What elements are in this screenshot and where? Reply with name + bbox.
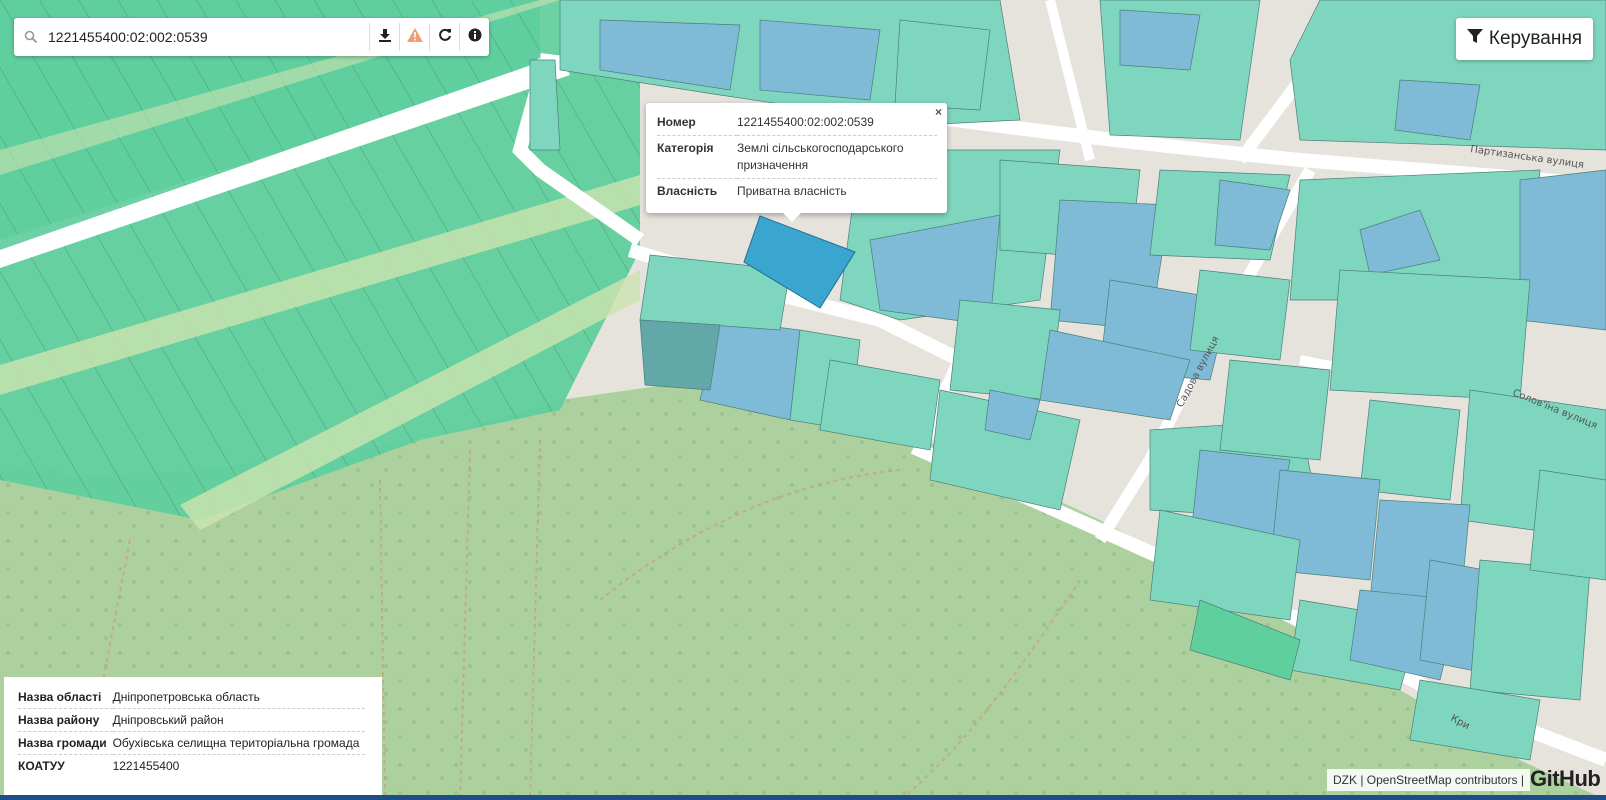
info-value: Дніпровський район <box>112 708 366 732</box>
control-label: Керування <box>1488 28 1583 49</box>
info-value: Обухівська селищна територіальна громада <box>112 731 366 755</box>
popup-value: Приватна власність <box>737 178 937 204</box>
control-button[interactable]: Керування <box>1456 18 1593 60</box>
popup-tip <box>783 213 801 222</box>
info-value: 1221455400 <box>112 754 366 777</box>
info-icon <box>468 28 482 47</box>
bottom-bar <box>0 795 1606 800</box>
download-icon <box>378 28 392 47</box>
popup-key: Категорія <box>657 135 737 179</box>
warning-icon <box>406 27 423 47</box>
info-key: КОАТУУ <box>18 754 113 777</box>
popup-row: Власність Приватна власність <box>657 178 937 204</box>
popup-key: Власність <box>657 178 737 204</box>
region-info-panel: Назва області Дніпропетровська область Н… <box>4 677 382 795</box>
refresh-icon <box>438 28 452 47</box>
info-value: Дніпропетровська область <box>112 690 260 704</box>
parcel-popup: × Номер 1221455400:02:002:0539 Категорія… <box>646 103 947 222</box>
info-row: Назва району Дніпровський район <box>18 708 366 732</box>
info-row: Назва громади Обухівська селищна територ… <box>18 731 366 755</box>
refresh-button[interactable] <box>429 23 459 51</box>
close-icon[interactable]: × <box>935 105 942 119</box>
info-row: КОАТУУ 1221455400 <box>18 754 366 777</box>
info-button[interactable] <box>459 23 489 51</box>
search-bar <box>14 18 489 56</box>
info-row: Назва області Дніпропетровська область <box>18 686 365 709</box>
info-key: Назва району <box>18 708 113 732</box>
popup-key: Номер <box>657 115 696 129</box>
popup-table: Номер 1221455400:02:002:0539 Категорія З… <box>657 110 937 204</box>
search-icon <box>14 30 48 44</box>
map-attribution[interactable]: DZK | OpenStreetMap contributors | <box>1327 769 1530 791</box>
popup-row: Номер 1221455400:02:002:0539 <box>657 110 937 136</box>
popup-value: 1221455400:02:002:0539 <box>737 115 874 129</box>
popup-value: Землі сільськогосподарського призначення <box>737 135 937 179</box>
github-link[interactable]: GitHub <box>1530 766 1601 792</box>
warning-button[interactable] <box>399 23 429 51</box>
filter-icon <box>1466 28 1483 50</box>
attribution-text: DZK | OpenStreetMap contributors | <box>1333 773 1524 787</box>
download-button[interactable] <box>369 23 399 51</box>
search-input[interactable] <box>48 18 369 56</box>
info-key: Назва області <box>18 690 102 704</box>
region-info-table: Назва області Дніпропетровська область Н… <box>18 686 366 777</box>
popup-row: Категорія Землі сільськогосподарського п… <box>657 135 937 179</box>
info-key: Назва громади <box>18 731 113 755</box>
